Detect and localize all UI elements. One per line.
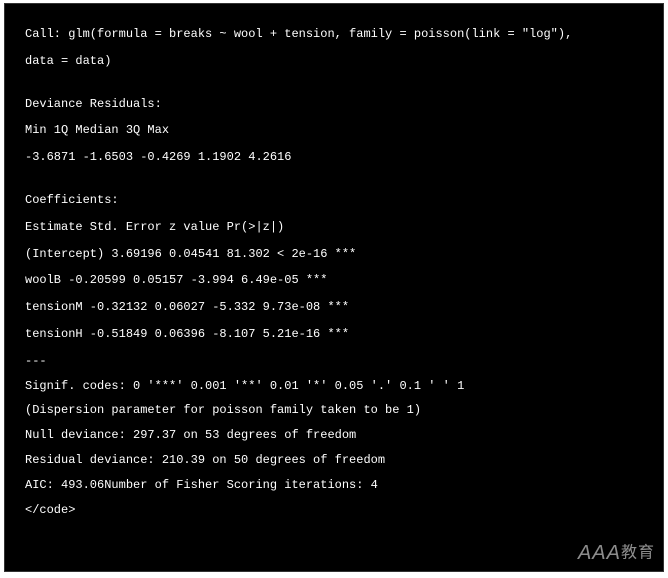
deviance-heading: Deviance Residuals: [25,96,643,113]
null-deviance-line: Null deviance: 297.37 on 53 degrees of f… [25,427,643,444]
separator-line: --- [25,353,643,370]
watermark-logo: AAA教育 [578,539,655,567]
coef-tensionM-row: tensionM -0.32132 0.06027 -5.332 9.73e-0… [25,299,643,316]
coef-tensionH-row: tensionH -0.51849 0.06396 -8.107 5.21e-1… [25,326,643,343]
coefficients-heading: Coefficients: [25,192,643,209]
watermark-han: 教育 [621,545,655,562]
signif-codes: Signif. codes: 0 '***' 0.001 '**' 0.01 '… [25,378,643,395]
coefficients-columns: Estimate Std. Error z value Pr(>|z|) [25,219,643,236]
coef-intercept-row: (Intercept) 3.69196 0.04541 81.302 < 2e-… [25,246,643,263]
terminal-output: Call: glm(formula = breaks ~ wool + tens… [4,3,664,572]
aic-line: AIC: 493.06Number of Fisher Scoring iter… [25,477,643,494]
watermark-en: AAA [578,542,621,564]
call-line-1: Call: glm(formula = breaks ~ wool + tens… [25,26,643,43]
end-code-tag: </code> [25,502,643,519]
deviance-values: -3.6871 -1.6503 -0.4269 1.1902 4.2616 [25,149,643,166]
residual-deviance-line: Residual deviance: 210.39 on 50 degrees … [25,452,643,469]
deviance-columns: Min 1Q Median 3Q Max [25,122,643,139]
dispersion-line: (Dispersion parameter for poisson family… [25,402,643,419]
call-line-2: data = data) [25,53,643,70]
coef-woolB-row: woolB -0.20599 0.05157 -3.994 6.49e-05 *… [25,272,643,289]
